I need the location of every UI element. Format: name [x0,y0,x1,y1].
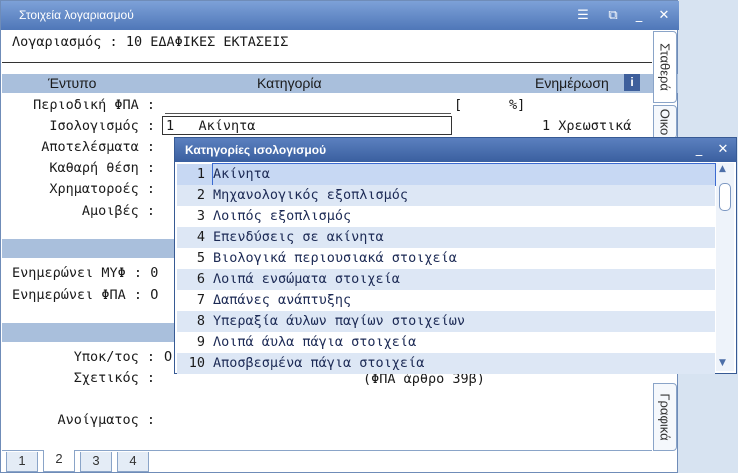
list-item-text: Αποσβεσμένα πάγια στοιχεία [213,355,425,371]
periodic-vat-label: Περιοδική ΦΠΑ : [33,97,155,113]
results-label: Αποτελέσματα : [41,139,155,155]
list-item-number: 9 [196,334,205,350]
cash-flows-label: Χρηματοροές : [49,181,155,197]
related-label: Σχετικός : [73,370,155,386]
side-tab-economic-label: Οικο [657,108,673,136]
list-item-text: Λοιπά άυλα πάγια στοιχεία [213,334,417,350]
balance-code: 1 [166,118,175,134]
opening-label: Ανοίγματος : [57,412,155,428]
balance-name: Ακίνητα [198,118,256,134]
tab-4[interactable]: 4 [117,452,149,472]
window-title: Στοιχεία λογαριασμού [19,8,134,22]
update-myf-value[interactable]: 0 [150,265,158,281]
periodic-vat-percent: %] [509,97,526,113]
popup-minimize-icon[interactable]: _ [691,142,707,158]
list-item-text: Μηχανολογικός εξοπλισμός [213,187,409,203]
list-item-number: 7 [196,292,205,308]
info-icon[interactable]: i [624,74,640,91]
bottom-tabs-line [2,450,652,451]
divider [2,62,652,63]
net-position-label: Καθαρή θέση : [49,160,155,176]
balance-label: Ισολογισμός : [49,118,155,134]
header-update: Ενημέρωση [535,75,609,91]
subaccount-label: Υποκ/τος : [73,349,155,365]
popup-scrollbar[interactable]: ▲ ▼ [716,163,734,371]
list-item[interactable]: 3 Λοιπός εξοπλισμός [177,206,715,227]
popup-close-icon[interactable]: ✕ [715,142,731,158]
popout-icon[interactable]: ⧉ [605,8,621,24]
minimize-icon[interactable]: _ [631,8,647,24]
account-code: 10 [125,34,143,50]
update-vat-line: Ενημερώνει ΦΠΑ : O [12,286,158,304]
popup-titlebar[interactable]: Κατηγορίες ισολογισμού _ ✕ [175,138,736,162]
list-item[interactable]: 7 Δαπάνες ανάπτυξης [177,290,715,311]
list-item[interactable]: 8 Υπεραξία άυλων παγίων στοιχείων [177,311,715,332]
list-item[interactable]: 6 Λοιπά ενσώματα στοιχεία [177,269,715,290]
tab-3[interactable]: 3 [80,452,112,472]
list-icon[interactable]: ☰ [575,8,591,24]
update-myf-label: Ενημερώνει ΜΥΦ : [12,265,143,281]
list-item-text: Υπεραξία άυλων παγίων στοιχείων [213,313,465,329]
list-item-text: Ακίνητα [212,163,716,186]
balance-categories-popup: Κατηγορίες ισολογισμού _ ✕ 1 Ακίνητα 2 Μηχ… [174,137,737,374]
list-item-number: 4 [196,229,205,245]
list-item-text: Βιολογικά περιουσιακά στοιχεία [213,250,457,266]
scroll-up-icon[interactable]: ▲ [719,164,726,174]
list-item[interactable]: 9 Λοιπά άυλα πάγια στοιχεία [177,332,715,353]
close-icon[interactable]: ✕ [656,8,672,24]
list-item-number: 6 [196,271,205,287]
list-item[interactable]: 4 Επενδύσεις σε ακίνητα [177,227,715,248]
balance-input[interactable]: 1 Ακίνητα [162,116,452,135]
list-item[interactable]: 1 Ακίνητα [177,163,716,186]
header-form: Έντυπο [48,75,97,91]
list-item[interactable]: 2 Μηχανολογικός εξοπλισμός [177,185,715,206]
list-item-text: Δαπάνες ανάπτυξης [213,292,352,308]
section-header: Έντυπο Κατηγορία Ενημέρωση i [2,74,678,93]
list-item-number: 5 [196,250,205,266]
side-tab-graphics-label: Γραφικά [657,393,673,441]
account-name: ΕΔΑΦΙΚΕΣ ΕΚΤΑΣΕΙΣ [150,34,289,50]
account-label: Λογαριασμός : [12,34,118,50]
list-item-number: 2 [196,187,205,203]
update-vat-label: Ενημερώνει ΦΠΑ : [12,287,143,303]
header-category: Κατηγορία [257,75,322,91]
update-vat-value[interactable]: O [150,287,158,303]
periodic-vat-underline [165,113,451,114]
list-item-number: 3 [196,208,205,224]
list-item-text: Επενδύσεις σε ακίνητα [213,229,384,245]
list-item[interactable]: 10 Αποσβεσμένα πάγια στοιχεία [177,353,715,374]
popup-title: Κατηγορίες ισολογισμού [185,143,327,157]
list-item-number: 1 [196,166,205,182]
balance-update[interactable]: 1 Χρεωστικά [542,117,631,135]
list-item[interactable]: 5 Βιολογικά περιουσιακά στοιχεία [177,248,715,269]
list-item-text: Λοιπός εξοπλισμός [213,208,352,224]
side-tab-graphics[interactable]: Γραφικά [653,383,677,451]
account-line: Λογαριασμός : 10 ΕΔΑΦΙΚΕΣ ΕΚΤΑΣΕΙΣ [12,34,288,50]
side-tab-economic[interactable]: Οικο [653,105,677,139]
side-tab-fixed-label: Σταθερά [657,43,673,91]
list-item-text: Λοιπά ενσώματα στοιχεία [213,271,400,287]
side-tab-fixed[interactable]: Σταθερά [653,31,677,103]
list-item-number: 10 [188,355,205,371]
tab-2[interactable]: 2 [43,450,75,472]
tab-1[interactable]: 1 [6,452,38,472]
periodic-vat-bracket: [ [454,97,463,113]
list-item-number: 8 [196,313,205,329]
scroll-down-icon[interactable]: ▼ [719,358,726,368]
fees-label: Αμοιβές : [81,203,155,219]
scroll-thumb[interactable] [719,183,731,211]
subaccount-value[interactable]: O [164,348,172,366]
update-myf-line: Ενημερώνει ΜΥΦ : 0 [12,264,158,282]
window-titlebar[interactable]: Στοιχεία λογαριασμού ☰ ⧉ _ ✕ [1,1,679,30]
